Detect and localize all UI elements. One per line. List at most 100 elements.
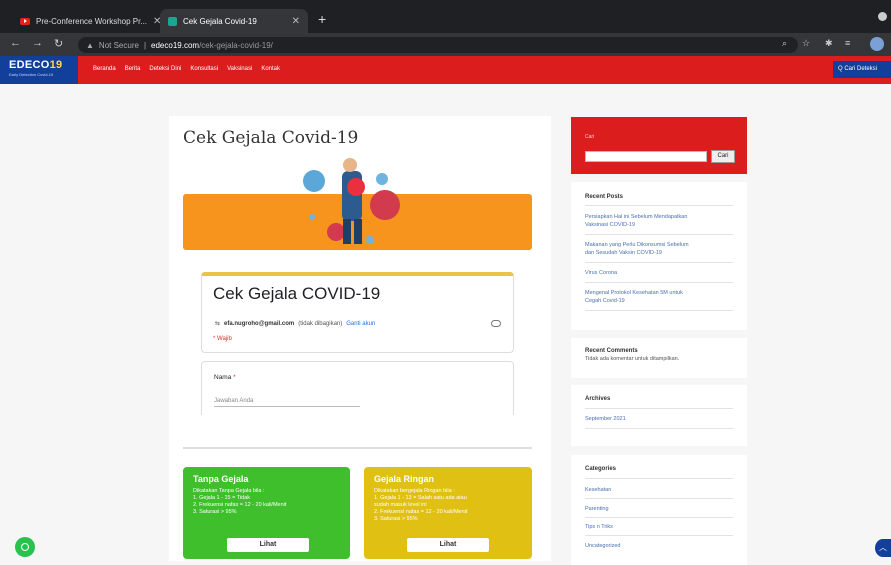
whatsapp-icon[interactable] (15, 537, 35, 557)
categories-title: Categories (585, 466, 617, 472)
account-icon: ⇆ (215, 321, 221, 327)
warning-icon: ▲ (86, 40, 94, 50)
recent-post-link[interactable]: Makanan yang Perlu Dikonsumsi Sebelum dan… (585, 241, 735, 257)
virus-dot-graphic (366, 236, 374, 244)
question-label: Nama * (214, 374, 236, 381)
box-line: Dikatakan Tanpa Gejala bila : (193, 488, 265, 494)
lihat-button[interactable]: Lihat (227, 538, 309, 552)
reload-icon[interactable]: ↻ (54, 37, 63, 50)
category-link[interactable]: Uncategorized (585, 542, 735, 550)
sidebar-search-button[interactable]: Cari (711, 150, 735, 163)
site-logo[interactable]: EDECO19 Early Detection Covid-19 (0, 56, 78, 84)
address-bar: ← → ↻ ▲ Not Secure | edeco19.com/cek-gej… (0, 33, 891, 56)
nav-konsultasi[interactable]: Konsultasi (190, 66, 218, 72)
form-email-note: (tidak dibagikan) (298, 320, 343, 327)
section-divider (183, 447, 532, 449)
tab-label: Pre-Conference Workshop Pr... (36, 16, 148, 26)
sidebar-search-widget (571, 117, 747, 174)
back-icon[interactable]: ← (10, 37, 21, 49)
box-line: 3. Saturasi > 95% (374, 516, 418, 522)
cloud-icon (491, 320, 501, 327)
logo-number: 19 (49, 59, 63, 71)
category-link[interactable]: Kesehatan (585, 486, 735, 494)
widget-divider (585, 408, 733, 409)
recent-comments-title: Recent Comments (585, 348, 638, 354)
doctor-leg-graphic (343, 219, 351, 244)
widget-divider (585, 282, 733, 283)
widget-divider (585, 428, 733, 429)
url-domain: edeco19.com (151, 40, 200, 50)
question-required-mark: * (233, 374, 236, 381)
star-icon[interactable]: ☆ (802, 38, 810, 49)
widget-divider (585, 478, 733, 479)
url-path: /cek-gejala-covid-19/ (199, 40, 273, 50)
nav-beranda[interactable]: Beranda (93, 66, 116, 72)
sign-graphic (347, 178, 365, 196)
name-input[interactable]: Jawaban Anda (214, 398, 360, 407)
widget-divider (585, 262, 733, 263)
form-title: Cek Gejala COVID-19 (213, 284, 381, 303)
box-line: sudah masuk level ini (374, 502, 427, 508)
box-line: 1. Gejala 1 - 15 = Tidak (193, 495, 251, 501)
archive-link[interactable]: September 2021 (585, 415, 735, 423)
avatar[interactable] (870, 37, 884, 51)
header-search-button[interactable]: Q Cari Deteksi (833, 61, 891, 78)
recent-comments-text: Tidak ada komentar untuk ditampilkan. (585, 356, 680, 362)
gejala-ringan-box: Gejala Ringan Dikatakan bergejala Ringan… (364, 467, 532, 559)
box-line: 3. Saturasi > 95% (193, 509, 237, 515)
widget-divider (585, 517, 733, 518)
recent-post-line: Mengenal Protokol Kesehatan 5M untuk (585, 290, 683, 296)
youtube-icon (20, 17, 30, 25)
widget-divider (585, 535, 733, 536)
doctor-figure-graphic (342, 171, 362, 221)
virus-small-red-graphic (327, 223, 345, 241)
box-line: 1. Gejala 1 - 13 = Salah satu ada atau (374, 495, 467, 501)
security-label: Not Secure (98, 40, 139, 50)
nav-berita[interactable]: Berita (125, 66, 141, 72)
recent-post-line: Vaksinasi COVID-19 (585, 222, 636, 228)
page-title: Cek Gejala Covid-19 (183, 128, 359, 148)
category-link[interactable]: Tips n Triks (585, 523, 735, 531)
form-email: efa.nugroho@gmail.com (224, 320, 295, 327)
new-tab-icon[interactable]: + (318, 11, 326, 27)
covid-illustration (303, 158, 400, 244)
browser-tab-workshop[interactable]: Pre-Conference Workshop Pr... ✕ (12, 9, 162, 33)
nav-deteksi-dini[interactable]: Deteksi Dini (149, 66, 181, 72)
zoom-icon[interactable]: ⌕ (782, 38, 787, 49)
widget-divider (585, 205, 733, 206)
main-nav: Beranda Berita Deteksi Dini Konsultasi V… (93, 66, 280, 72)
widget-divider (585, 310, 733, 311)
extension-icon[interactable]: ✱ (825, 38, 833, 49)
recent-post-line: dan Sesudah Vaksin COVID-19 (585, 250, 662, 256)
url-separator: | (143, 40, 147, 50)
tanpa-gejala-box: Tanpa Gejala Dikatakan Tanpa Gejala bila… (183, 467, 350, 559)
sidebar-search-input[interactable] (585, 151, 707, 162)
widget-divider (585, 234, 733, 235)
virus-light-graphic (376, 173, 388, 185)
browser-tab-active[interactable]: Cek Gejala Covid-19 ✕ (160, 9, 308, 33)
lihat-button[interactable]: Lihat (407, 538, 489, 552)
doctor-leg-graphic (354, 219, 362, 244)
forward-icon[interactable]: → (32, 37, 43, 49)
doctor-head-graphic (343, 158, 357, 172)
nav-kontak[interactable]: Kontak (261, 66, 280, 72)
recent-posts-title: Recent Posts (585, 194, 624, 200)
window-control-icon[interactable] (878, 12, 887, 21)
switch-account-link[interactable]: Ganti akun (346, 321, 375, 327)
site-header: EDECO19 Early Detection Covid-19 Beranda… (0, 56, 891, 84)
recent-post-link[interactable]: Virus Corona (585, 269, 735, 277)
box-title: Gejala Ringan (374, 474, 435, 484)
category-link[interactable]: Parenting (585, 505, 735, 513)
recent-post-link[interactable]: Persiapkan Hal ini Sebelum Mendapatkan Va… (585, 213, 735, 229)
scroll-top-icon[interactable]: ︿ (875, 539, 891, 557)
media-icon[interactable]: ≡ (845, 38, 850, 48)
box-line: Dikatakan bergejala Ringan bila : (374, 488, 455, 494)
recent-post-link[interactable]: Mengenal Protokol Kesehatan 5M untuk Cega… (585, 289, 735, 305)
box-line: 2. Frekuensi nafas = 12 - 20 kali/Menit (374, 509, 468, 515)
required-note: * Wajib (213, 336, 232, 342)
virus-dot-graphic (309, 214, 315, 220)
url-input[interactable]: ▲ Not Secure | edeco19.com/cek-gejala-co… (78, 37, 798, 53)
close-icon[interactable]: ✕ (292, 16, 300, 27)
sidebar-search-label: Cari (585, 134, 595, 140)
nav-vaksinasi[interactable]: Vaksinasi (227, 66, 252, 72)
